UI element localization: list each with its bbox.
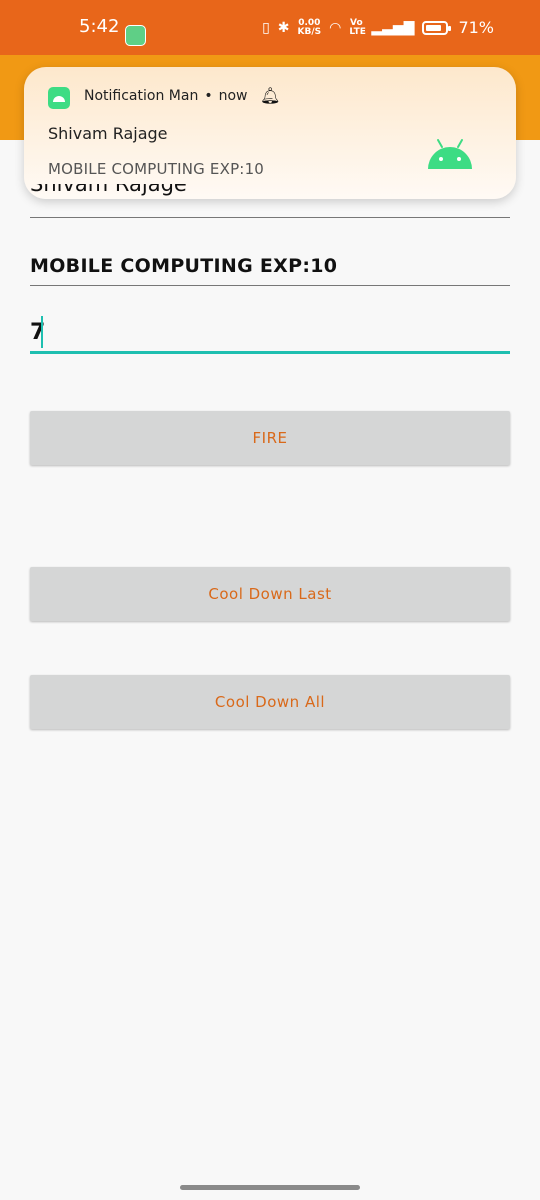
- signal-icon: ▂▃▅▇: [371, 19, 415, 36]
- bluetooth-icon: ✱: [277, 19, 290, 36]
- fire-button[interactable]: FIRE: [30, 411, 510, 465]
- net-speed: 0.00 KB/S: [297, 18, 322, 37]
- battery-percent: 71%: [458, 18, 494, 37]
- notification-text: MOBILE COMPUTING EXP:10: [48, 160, 265, 178]
- name-field-underline: [30, 217, 510, 218]
- home-indicator[interactable]: [180, 1185, 360, 1190]
- status-icons: ▯ ✱ 0.00 KB/S ◠ Vo LTE ▂▃▅▇ 71%: [262, 18, 494, 37]
- android-app-icon: [48, 87, 70, 109]
- android-notification-icon: [125, 25, 146, 46]
- subject-field[interactable]: MOBILE COMPUTING EXP:10: [30, 255, 337, 277]
- separator-dot: •: [204, 88, 213, 104]
- name-field-value: Shivam Rajage: [30, 184, 187, 196]
- cool-down-all-button[interactable]: Cool Down All: [30, 675, 510, 729]
- alert-bell-icon: 🔔︎: [260, 86, 281, 105]
- vibrate-icon: ▯: [262, 19, 270, 36]
- number-input[interactable]: 7: [30, 320, 45, 345]
- name-field[interactable]: Shivam Rajage: [30, 184, 510, 208]
- notification-title: Shivam Rajage: [48, 124, 168, 143]
- notification-header: Notification Man • now: [84, 88, 247, 104]
- number-input-underline: [30, 351, 510, 354]
- cool-down-last-button[interactable]: Cool Down Last: [30, 567, 510, 621]
- status-time: 5:42: [79, 16, 120, 37]
- notification-app-name: Notification Man: [84, 88, 199, 104]
- text-cursor: [41, 316, 43, 348]
- status-bar: 5:42 ▯ ✱ 0.00 KB/S ◠ Vo LTE ▂▃▅▇ 71%: [0, 0, 540, 55]
- net-speed-unit: KB/S: [297, 26, 322, 37]
- android-robot-icon: [428, 139, 472, 169]
- heads-up-notification[interactable]: Notification Man • now 🔔︎ Shivam Rajage …: [24, 67, 516, 199]
- notification-time: now: [218, 88, 248, 104]
- wifi-icon: ◠: [329, 19, 342, 36]
- battery-icon: [422, 20, 452, 35]
- volte-icon: Vo LTE: [349, 17, 366, 37]
- subject-field-underline: [30, 285, 510, 286]
